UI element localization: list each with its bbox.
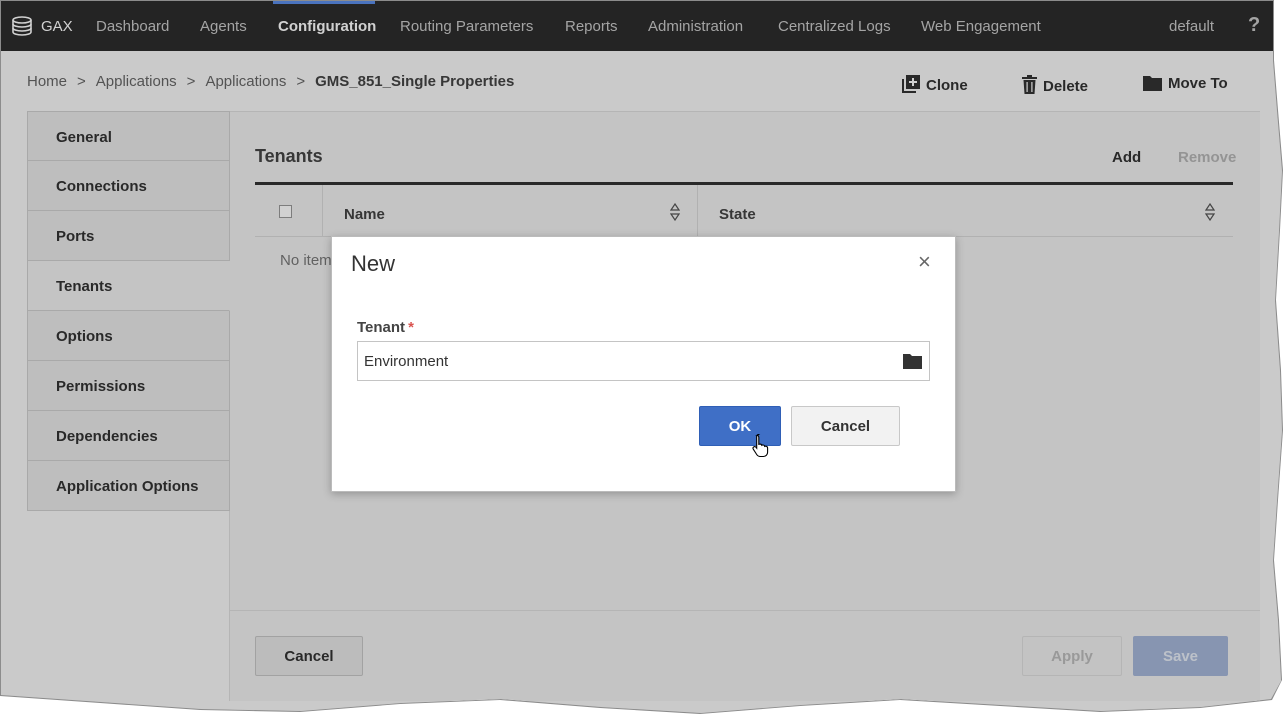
new-tenant-dialog: New × Tenant* OK Cancel [331,236,956,492]
hand-cursor-icon [752,434,769,458]
tenant-input[interactable] [357,341,930,381]
browse-folder-icon[interactable] [903,353,922,369]
app-window: GAX Dashboard Agents Configuration Routi… [1,1,1282,713]
tenant-label-text: Tenant [357,319,406,336]
dialog-cancel-button[interactable]: Cancel [791,406,900,446]
required-marker: * [408,319,414,336]
dialog-title: New [351,251,396,276]
tenant-field-label: Tenant * [357,319,414,336]
close-icon[interactable]: × [918,249,931,275]
